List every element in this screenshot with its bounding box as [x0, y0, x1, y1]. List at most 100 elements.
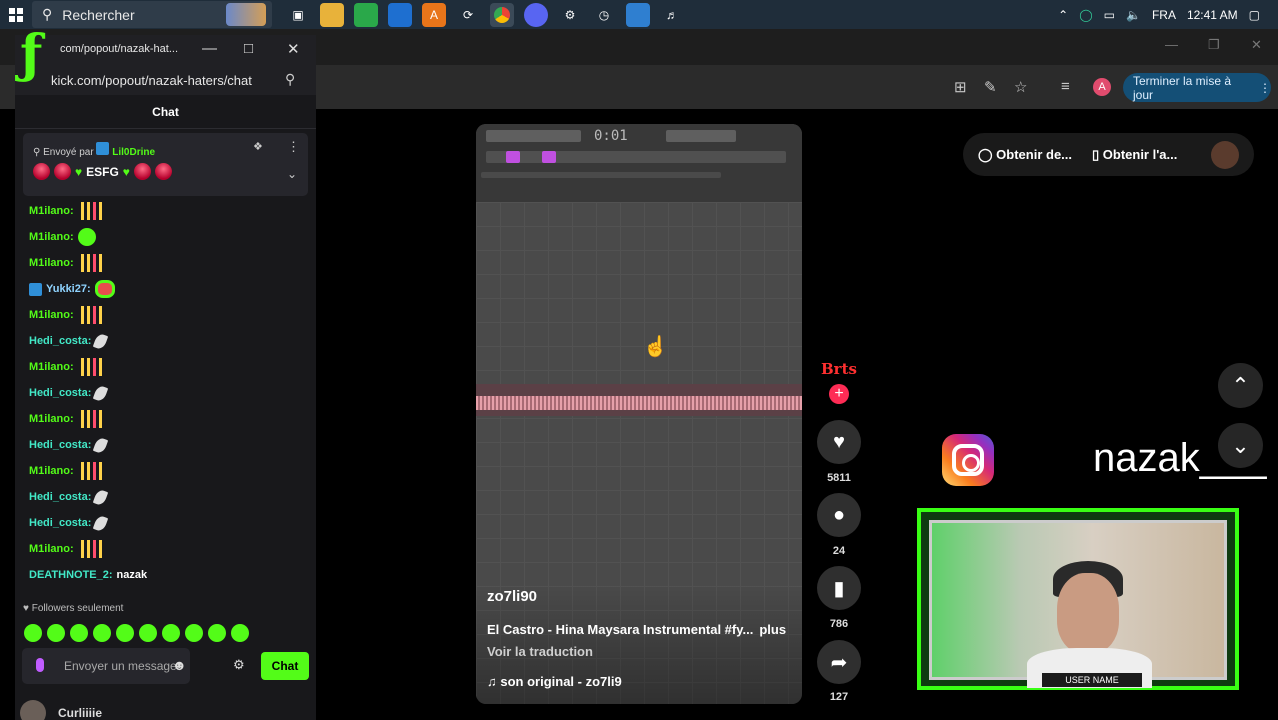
- quick-emote[interactable]: [139, 624, 157, 642]
- chat-message[interactable]: M1ilano:: [29, 539, 102, 559]
- zoom-icon[interactable]: ⚲: [285, 71, 295, 88]
- chat-username[interactable]: DEATHNOTE_2:: [29, 569, 113, 581]
- chat-username[interactable]: Hedi_costa:: [29, 439, 91, 451]
- more-options-icon[interactable]: ⋮: [287, 139, 300, 155]
- chat-message[interactable]: Hedi_costa:: [29, 487, 109, 507]
- quick-emote[interactable]: [231, 624, 249, 642]
- chat-username[interactable]: Hedi_costa:: [29, 387, 91, 399]
- chat-message[interactable]: Hedi_costa:: [29, 331, 109, 351]
- taskbar-search[interactable]: ⚲ Rechercher: [32, 1, 272, 28]
- popout-close-icon[interactable]: ✕: [287, 40, 300, 58]
- task-view-icon[interactable]: ▣: [286, 3, 310, 27]
- chat-username[interactable]: M1ilano:: [29, 309, 74, 321]
- outlook-icon[interactable]: [388, 2, 412, 27]
- chat-username[interactable]: M1ilano:: [29, 465, 74, 477]
- chat-message[interactable]: M1ilano:: [29, 305, 102, 325]
- sound-link[interactable]: ♫ son original - zo7li9: [487, 674, 622, 689]
- popout-maximize-icon[interactable]: □: [244, 40, 253, 57]
- chat-settings-gear-icon[interactable]: ⚙: [233, 657, 245, 673]
- microphone-icon[interactable]: [36, 658, 44, 672]
- restore-icon[interactable]: ❐: [1208, 37, 1220, 53]
- fl-studio-icon[interactable]: ♬: [660, 3, 684, 27]
- sync-icon[interactable]: ⟳: [456, 3, 480, 27]
- profile-avatar[interactable]: A: [1093, 78, 1111, 96]
- chat-username[interactable]: M1ilano:: [29, 257, 74, 269]
- volume-icon[interactable]: 🔈: [1126, 8, 1141, 22]
- quick-emote[interactable]: [116, 624, 134, 642]
- install-app-icon[interactable]: ⊞: [954, 78, 967, 96]
- save-button[interactable]: ▮: [817, 566, 861, 610]
- quick-emote[interactable]: [47, 624, 65, 642]
- avatar[interactable]: [1211, 141, 1239, 169]
- chat-username[interactable]: Hedi_costa:: [29, 491, 91, 503]
- minimize-icon[interactable]: —: [1165, 37, 1178, 52]
- creator-avatar[interactable]: Brts: [821, 360, 857, 382]
- chat-message[interactable]: Hedi_costa:: [29, 383, 109, 403]
- like-button[interactable]: ♥: [817, 420, 861, 464]
- chat-message[interactable]: M1ilano:: [29, 461, 102, 481]
- file-explorer-icon[interactable]: [320, 2, 344, 27]
- quick-emote[interactable]: [208, 624, 226, 642]
- chevron-up-icon[interactable]: ⌃: [1058, 8, 1068, 22]
- chevron-down-icon[interactable]: ⌄: [287, 167, 297, 181]
- message-input[interactable]: Envoyer un message ☻: [22, 648, 190, 684]
- chat-username[interactable]: Yukki27:: [46, 283, 91, 295]
- chat-message[interactable]: M1ilano:: [29, 357, 102, 377]
- close-icon[interactable]: ✕: [1251, 37, 1262, 53]
- network-status-icon[interactable]: ◯: [1079, 8, 1092, 22]
- chat-message[interactable]: Hedi_costa:: [29, 435, 109, 455]
- chat-username[interactable]: M1ilano:: [29, 231, 74, 243]
- finish-update-button[interactable]: Terminer la mise à jour ⋮: [1123, 73, 1271, 102]
- chat-message[interactable]: M1ilano:: [29, 227, 96, 247]
- chat-username[interactable]: Hedi_costa:: [29, 517, 91, 529]
- chat-message[interactable]: Yukki27:: [29, 279, 115, 299]
- see-translation-link[interactable]: Voir la traduction: [487, 644, 593, 659]
- media-controls-icon[interactable]: ≡: [1061, 78, 1070, 95]
- pin-icon[interactable]: ❖: [253, 140, 263, 153]
- video-player[interactable]: 0:01 zo7li90 El Castro - Hina Maysara In…: [476, 124, 802, 704]
- chat-username[interactable]: M1ilano:: [29, 413, 74, 425]
- chat-message[interactable]: M1ilano:: [29, 201, 102, 221]
- video-username[interactable]: zo7li90: [487, 588, 537, 605]
- get-coins-button[interactable]: ◯ Obtenir de...: [978, 147, 1072, 163]
- battery-icon[interactable]: ▭: [1104, 8, 1115, 22]
- chat-username[interactable]: M1ilano:: [29, 361, 74, 373]
- follow-plus-button[interactable]: +: [829, 384, 849, 404]
- get-app-button[interactable]: ▯ Obtenir l'a...: [1092, 147, 1177, 163]
- more-link[interactable]: plus: [759, 622, 786, 637]
- clock[interactable]: 12:41 AM: [1187, 8, 1238, 22]
- quick-emote[interactable]: [70, 624, 88, 642]
- search-highlight-image: [226, 3, 266, 26]
- chat-username[interactable]: M1ilano:: [29, 205, 74, 217]
- chat-username[interactable]: M1ilano:: [29, 543, 74, 555]
- app-blue-icon[interactable]: [626, 2, 650, 27]
- chat-username[interactable]: Hedi_costa:: [29, 335, 91, 347]
- share-button[interactable]: ➦: [817, 640, 861, 684]
- store-icon[interactable]: [354, 2, 378, 27]
- chat-message[interactable]: M1ilano:: [29, 253, 102, 273]
- bookmark-star-icon[interactable]: ☆: [1014, 78, 1027, 96]
- send-chat-button[interactable]: Chat: [261, 652, 309, 680]
- clock-app-icon[interactable]: ◷: [592, 3, 616, 27]
- previous-video-button[interactable]: ⌃: [1218, 363, 1263, 408]
- chat-message[interactable]: Hedi_costa:: [29, 513, 109, 533]
- chrome-icon[interactable]: [490, 2, 514, 27]
- pinned-message[interactable]: ⚲ Envoyé par Lil0Drine ❖ ⋮ ♥ ESFG ♥ ⌄: [23, 133, 308, 196]
- language-indicator[interactable]: FRA: [1152, 8, 1176, 22]
- chat-message[interactable]: M1ilano:: [29, 409, 102, 429]
- comment-button[interactable]: ●: [817, 493, 861, 537]
- quick-emote[interactable]: [93, 624, 111, 642]
- quick-emote[interactable]: [185, 624, 203, 642]
- taskbar-search-placeholder: Rechercher: [62, 6, 135, 23]
- emoji-picker-icon[interactable]: ☻: [172, 657, 187, 673]
- notifications-icon[interactable]: ▢: [1249, 8, 1260, 22]
- discord-icon[interactable]: [524, 2, 548, 27]
- chat-message[interactable]: DEATHNOTE_2: nazak: [29, 565, 147, 585]
- translate-icon[interactable]: ✎: [984, 78, 997, 96]
- steam-icon[interactable]: ⚙: [558, 3, 582, 27]
- popout-minimize-icon[interactable]: —: [202, 40, 217, 57]
- quick-emote[interactable]: [24, 624, 42, 642]
- quick-emote[interactable]: [162, 624, 180, 642]
- app-a-icon[interactable]: A: [422, 2, 446, 27]
- pinned-sender: Lil0Drine: [112, 147, 156, 158]
